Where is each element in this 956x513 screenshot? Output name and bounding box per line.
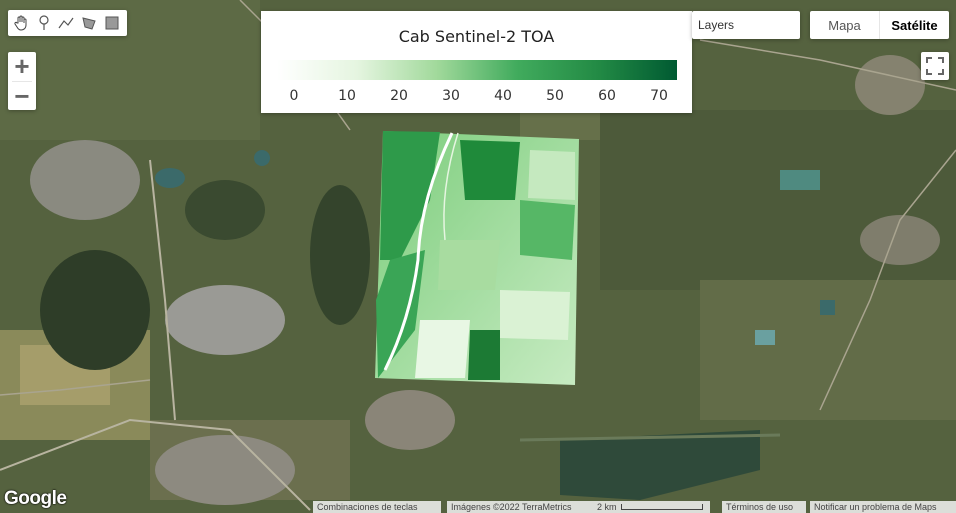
- zoom-out-button[interactable]: −: [8, 81, 36, 111]
- legend-title: Cab Sentinel-2 TOA: [398, 27, 555, 46]
- legend-tick: 70: [650, 88, 668, 104]
- legend-panel: Cab Sentinel-2 TOA 0 10 20 30 40 50 60 7…: [261, 11, 692, 113]
- layers-label: Layers: [698, 18, 735, 32]
- legend-tick: 0: [289, 88, 299, 104]
- legend-tick: 10: [338, 88, 356, 104]
- map-type-control: Mapa Satélite: [810, 11, 949, 39]
- legend-ticks: 0 10 20 30 40 50 60 70: [277, 88, 677, 106]
- hand-icon[interactable]: [11, 12, 32, 34]
- layers-button[interactable]: Layers: [692, 11, 800, 39]
- legend-tick: 20: [390, 88, 408, 104]
- legend-color-bar: [277, 60, 677, 80]
- google-logo: Google: [4, 488, 67, 509]
- report-problem-link[interactable]: Notificar un problema de Maps: [810, 501, 956, 513]
- line-icon[interactable]: [56, 12, 77, 34]
- keyboard-shortcuts-link[interactable]: Combinaciones de teclas: [313, 501, 441, 513]
- scale-line: [620, 504, 703, 510]
- legend-tick: 50: [546, 88, 564, 104]
- map-type-map-button[interactable]: Mapa: [810, 11, 879, 39]
- map-type-satellite-button[interactable]: Satélite: [879, 11, 949, 39]
- drawing-toolbar: [8, 10, 127, 36]
- fullscreen-icon: [926, 57, 944, 75]
- legend-tick: 60: [598, 88, 616, 104]
- legend-tick: 40: [494, 88, 512, 104]
- fullscreen-button[interactable]: [921, 52, 949, 80]
- scale-bar[interactable]: 2 km: [593, 501, 710, 513]
- terms-link[interactable]: Términos de uso: [722, 501, 806, 513]
- polygon-icon[interactable]: [79, 12, 100, 34]
- zoom-in-button[interactable]: +: [8, 51, 36, 81]
- scale-label: 2 km: [597, 502, 617, 512]
- marker-icon[interactable]: [34, 12, 55, 34]
- legend-tick: 30: [442, 88, 460, 104]
- rectangle-icon[interactable]: [101, 12, 122, 34]
- zoom-control: + −: [8, 51, 36, 111]
- imagery-attribution: Imágenes ©2022 TerraMetrics: [447, 501, 593, 513]
